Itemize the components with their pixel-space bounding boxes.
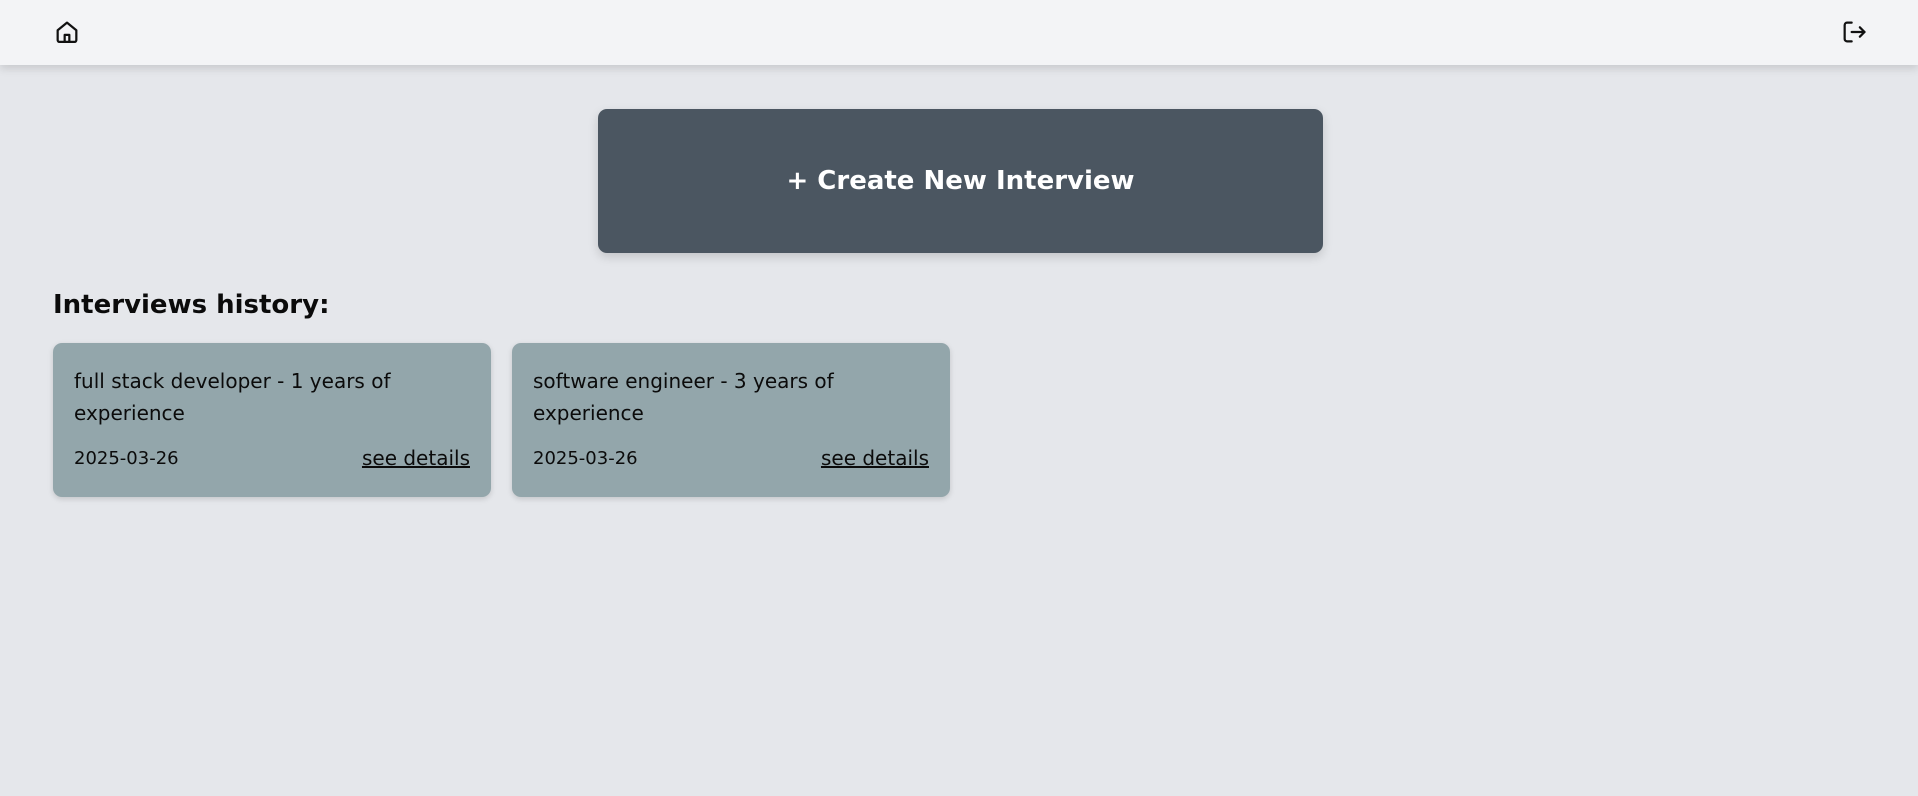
interview-card-title: software engineer - 3 years of experienc… (533, 369, 834, 425)
interviews-history-title: Interviews history: (53, 290, 330, 320)
create-new-interview-button[interactable]: + Create New Interview (598, 109, 1323, 253)
home-button[interactable] (50, 15, 84, 49)
interview-card: software engineer - 3 years of experienc… (512, 343, 950, 497)
logout-icon (1843, 21, 1866, 43)
interview-card-footer: 2025-03-26 see details (74, 446, 470, 470)
interview-card-date: 2025-03-26 (74, 447, 179, 469)
create-new-interview-label: + Create New Interview (786, 166, 1135, 196)
interview-card: full stack developer - 1 years of experi… (53, 343, 491, 497)
see-details-link[interactable]: see details (362, 446, 470, 470)
top-navbar (0, 0, 1918, 65)
interview-card-footer: 2025-03-26 see details (533, 446, 929, 470)
home-icon (56, 21, 78, 44)
interview-card-date: 2025-03-26 (533, 447, 638, 469)
logout-button[interactable] (1837, 15, 1871, 49)
interview-card-title: full stack developer - 1 years of experi… (74, 369, 391, 425)
see-details-link[interactable]: see details (821, 446, 929, 470)
